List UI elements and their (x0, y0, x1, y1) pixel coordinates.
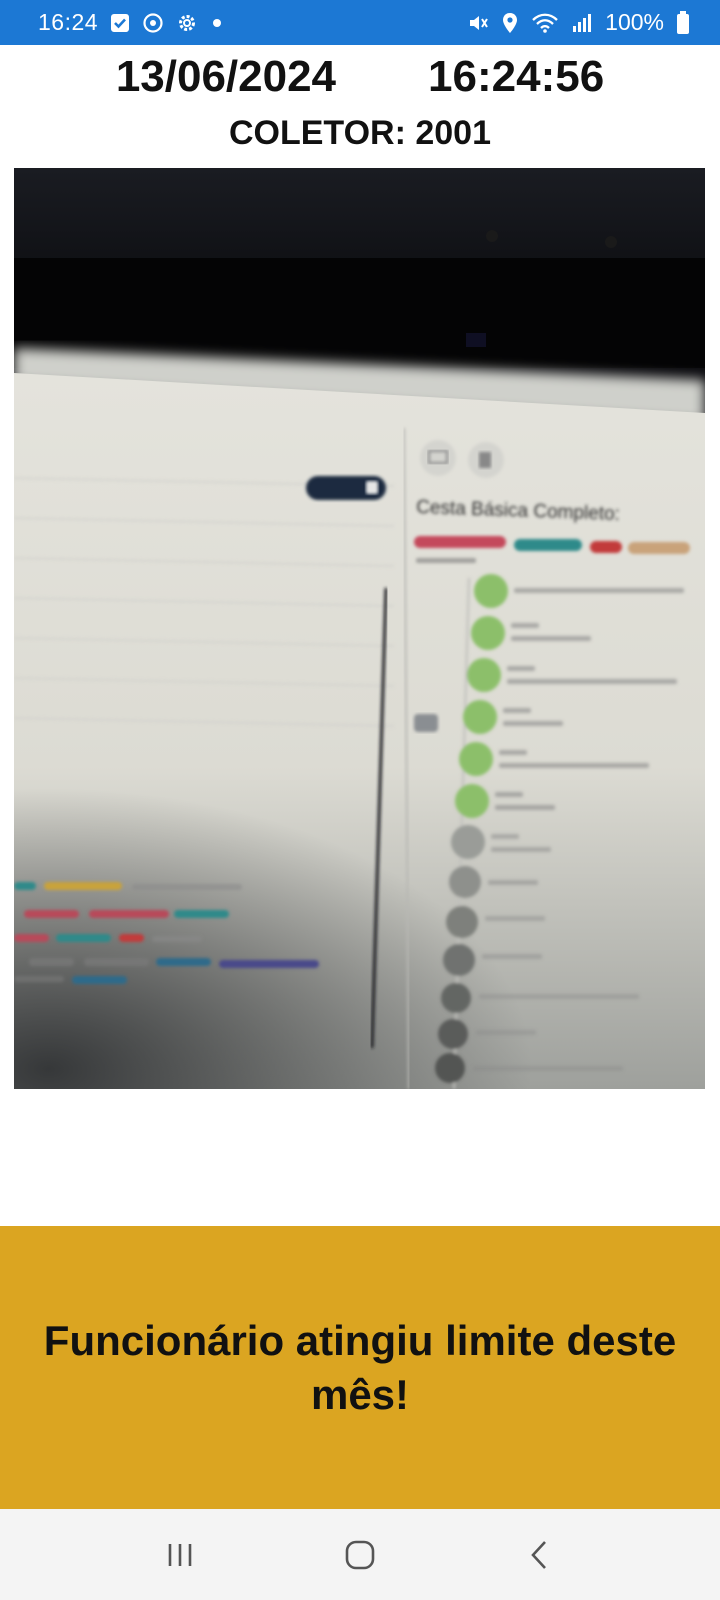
wifi-icon (531, 12, 559, 34)
collector-label: COLETOR: 2001 (228, 114, 491, 152)
status-bar-right: 100% (467, 9, 690, 36)
camera-image: Cesta Básica Completo: (14, 168, 705, 1089)
home-button[interactable] (330, 1525, 390, 1585)
camera-preview[interactable]: Cesta Básica Completo: (14, 168, 705, 1089)
sync-icon (142, 12, 164, 34)
mute-icon (467, 12, 489, 34)
alert-message: Funcionário atingiu limite deste mês! (43, 1316, 677, 1418)
battery-percent: 100% (605, 9, 664, 35)
date-display: 13/06/2024 (115, 52, 337, 101)
time-display: 16:24:56 (428, 52, 605, 101)
home-icon (345, 1540, 375, 1569)
status-bar: 16:24 100% (0, 0, 720, 45)
recent-apps-button[interactable] (150, 1525, 210, 1585)
status-time: 16:24 (38, 9, 99, 35)
back-icon (531, 1540, 546, 1569)
gear-icon (176, 12, 198, 34)
status-bar-left: 16:24 (38, 9, 224, 36)
signal-icon (571, 12, 593, 34)
battery-icon (676, 10, 690, 35)
navigation-bar (0, 1509, 720, 1600)
dot-icon (210, 16, 224, 30)
datetime-row: 13/06/2024 16:24:56 (0, 52, 720, 110)
recent-apps-icon (168, 1543, 192, 1566)
alert-banner: Funcionário atingiu limite deste mês! (0, 1226, 720, 1509)
checkbox-icon (110, 13, 130, 33)
location-icon (501, 12, 519, 34)
back-button[interactable] (510, 1525, 570, 1585)
